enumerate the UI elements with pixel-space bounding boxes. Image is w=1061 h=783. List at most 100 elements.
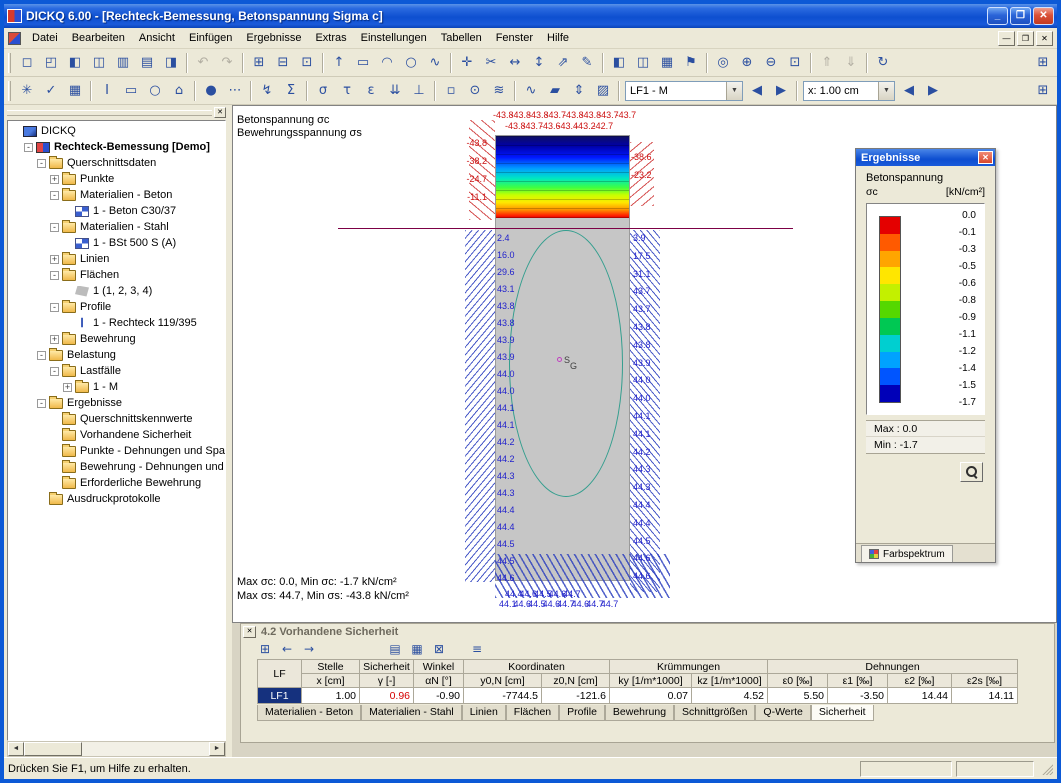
result-tab[interactable]: Bewehrung bbox=[605, 705, 674, 721]
view-table-button[interactable]: ▤ bbox=[385, 640, 405, 658]
cut-tool-button[interactable]: ✂ bbox=[479, 51, 503, 74]
dimension-horizontal-button[interactable]: ↔ bbox=[503, 51, 527, 74]
result-tab[interactable]: Q-Werte bbox=[755, 705, 810, 721]
circle-tool-button[interactable]: ○ bbox=[399, 51, 423, 74]
dimension-diagonal-button[interactable]: ⇗ bbox=[551, 51, 575, 74]
table-points-button[interactable]: ⊞ bbox=[247, 51, 271, 74]
check-input-button[interactable]: ✓ bbox=[39, 79, 63, 102]
panel-drag-grip[interactable] bbox=[7, 110, 212, 116]
previous-position-button[interactable]: ◀ bbox=[897, 79, 921, 102]
mdi-restore-button[interactable]: ❐ bbox=[1017, 31, 1034, 46]
toolbar-grip[interactable] bbox=[8, 53, 11, 73]
view-filter-button[interactable]: ▦ bbox=[407, 640, 427, 658]
tree-item[interactable]: + Punkte bbox=[8, 171, 225, 187]
calculate-button[interactable]: ↯ bbox=[255, 79, 279, 102]
menu-item[interactable]: Ergebnisse bbox=[239, 28, 308, 48]
table-results-button[interactable]: ⊟ bbox=[271, 51, 295, 74]
display-options-button[interactable]: ≡ bbox=[467, 640, 487, 658]
menu-item[interactable]: Datei bbox=[25, 28, 65, 48]
dropdown-arrow-icon[interactable]: ▼ bbox=[878, 82, 894, 100]
selection-window-button[interactable]: ▫ bbox=[439, 79, 463, 102]
zoom-in-button[interactable]: ⊕ bbox=[735, 51, 759, 74]
result-tab[interactable]: Materialien - Beton bbox=[257, 705, 361, 721]
scroll-right-button[interactable]: ► bbox=[209, 742, 225, 756]
save-button[interactable]: ◫ bbox=[87, 51, 111, 74]
toolbar-grip[interactable] bbox=[8, 81, 11, 101]
zoom-out-button[interactable]: ⊖ bbox=[759, 51, 783, 74]
mdi-close-button[interactable]: ✕ bbox=[1036, 31, 1053, 46]
tree-item[interactable]: Erforderliche Bewehrung bbox=[8, 475, 225, 491]
table-cell[interactable]: 5.50 bbox=[768, 688, 828, 704]
import-button[interactable]: ◧ bbox=[63, 51, 87, 74]
result-tab[interactable]: Schnittgrößen bbox=[674, 705, 755, 721]
menu-item[interactable]: Extras bbox=[308, 28, 353, 48]
menu-item[interactable]: Tabellen bbox=[434, 28, 489, 48]
node-tool-button[interactable]: ↑ bbox=[327, 51, 351, 74]
tree-expander[interactable]: - bbox=[50, 303, 59, 312]
position-combo[interactable]: x: 1.00 cm ▼ bbox=[803, 81, 895, 101]
tree-expander[interactable]: - bbox=[50, 191, 59, 200]
forward-button[interactable]: → bbox=[299, 640, 319, 658]
result-tab[interactable]: Flächen bbox=[506, 705, 559, 721]
tree-item[interactable]: DICKQ bbox=[8, 123, 225, 139]
results-panel-close-button[interactable]: ✕ bbox=[978, 151, 993, 164]
profile-tool-button[interactable]: Ⅰ bbox=[95, 79, 119, 102]
tree-item[interactable]: - Profile bbox=[8, 299, 225, 315]
result-tab[interactable]: Linien bbox=[462, 705, 506, 721]
sort-ascending-button[interactable]: ⇑ bbox=[815, 51, 839, 74]
diagram-line-button[interactable]: ∿ bbox=[519, 79, 543, 102]
annotate-button[interactable]: ✎ bbox=[575, 51, 599, 74]
tree-item[interactable]: 1 - Beton C30/37 bbox=[8, 203, 225, 219]
flag-view-button[interactable]: ⚑ bbox=[679, 51, 703, 74]
tree-item[interactable]: + Bewehrung bbox=[8, 331, 225, 347]
drawing-area[interactable]: Betonspannung σc Bewehrungsspannung σs -… bbox=[232, 105, 1057, 623]
dropdown-arrow-icon[interactable]: ▼ bbox=[726, 82, 742, 100]
mesh-tool-button[interactable]: ▦ bbox=[63, 79, 87, 102]
document-icon[interactable] bbox=[8, 32, 21, 45]
export-button[interactable]: ⊠ bbox=[429, 640, 449, 658]
table-cell[interactable]: -0.90 bbox=[414, 688, 464, 704]
legend-options-button[interactable] bbox=[960, 462, 983, 482]
tree-item[interactable]: Punkte - Dehnungen und Spa bbox=[8, 443, 225, 459]
navigator-close-button[interactable]: ✕ bbox=[214, 107, 226, 118]
tree-item[interactable]: - Lastfälle bbox=[8, 363, 225, 379]
epsilon-results-button[interactable]: ε bbox=[359, 79, 383, 102]
result-table-close-button[interactable]: ✕ bbox=[243, 626, 256, 638]
open-button[interactable]: ◰ bbox=[39, 51, 63, 74]
tree-item[interactable]: + Linien bbox=[8, 251, 225, 267]
tree-item[interactable]: Ausdruckprotokolle bbox=[8, 491, 225, 507]
scroll-track[interactable] bbox=[24, 742, 209, 756]
support-results-button[interactable]: ⊥ bbox=[407, 79, 431, 102]
sort-descending-button[interactable]: ⇓ bbox=[839, 51, 863, 74]
scroll-thumb[interactable] bbox=[24, 742, 82, 756]
tree-item[interactable]: Vorhandene Sicherheit bbox=[8, 427, 225, 443]
restore-button[interactable]: ❐ bbox=[1010, 7, 1031, 25]
arc-tool-button[interactable]: ◠ bbox=[375, 51, 399, 74]
refresh-button[interactable]: ↻ bbox=[871, 51, 895, 74]
tile-view-button[interactable]: ⊞ bbox=[1031, 79, 1055, 102]
navigator-view-button[interactable]: ◧ bbox=[607, 51, 631, 74]
isolines-button[interactable]: ≋ bbox=[487, 79, 511, 102]
tree-expander[interactable]: + bbox=[50, 335, 59, 344]
tree-horizontal-scrollbar[interactable]: ◄ ► bbox=[7, 741, 226, 757]
print-button[interactable]: ▤ bbox=[135, 51, 159, 74]
tau-results-button[interactable]: τ bbox=[335, 79, 359, 102]
mdi-minimize-button[interactable]: — bbox=[998, 31, 1015, 46]
tree-item[interactable]: + 1 - M bbox=[8, 379, 225, 395]
tree-expander[interactable]: - bbox=[37, 399, 46, 408]
close-button[interactable]: ✕ bbox=[1033, 7, 1054, 25]
circle-section-button[interactable]: ○ bbox=[143, 79, 167, 102]
table-edit-button[interactable]: ⊡ bbox=[295, 51, 319, 74]
tree-item[interactable]: Querschnittskennwerte bbox=[8, 411, 225, 427]
tree-item[interactable]: 1 (1, 2, 3, 4) bbox=[8, 283, 225, 299]
menu-item[interactable]: Fenster bbox=[489, 28, 540, 48]
spline-tool-button[interactable]: ∿ bbox=[423, 51, 447, 74]
tree-expander[interactable]: - bbox=[37, 159, 46, 168]
next-load-case-button[interactable]: ▶ bbox=[769, 79, 793, 102]
area-section-button[interactable]: ⌂ bbox=[167, 79, 191, 102]
result-tab[interactable]: Profile bbox=[559, 705, 605, 721]
diagram-hatch-button[interactable]: ▨ bbox=[591, 79, 615, 102]
dimension-vertical-button[interactable]: ↕ bbox=[527, 51, 551, 74]
tree-item[interactable]: 1 - Rechteck 119/395 bbox=[8, 315, 225, 331]
scroll-left-button[interactable]: ◄ bbox=[8, 742, 24, 756]
